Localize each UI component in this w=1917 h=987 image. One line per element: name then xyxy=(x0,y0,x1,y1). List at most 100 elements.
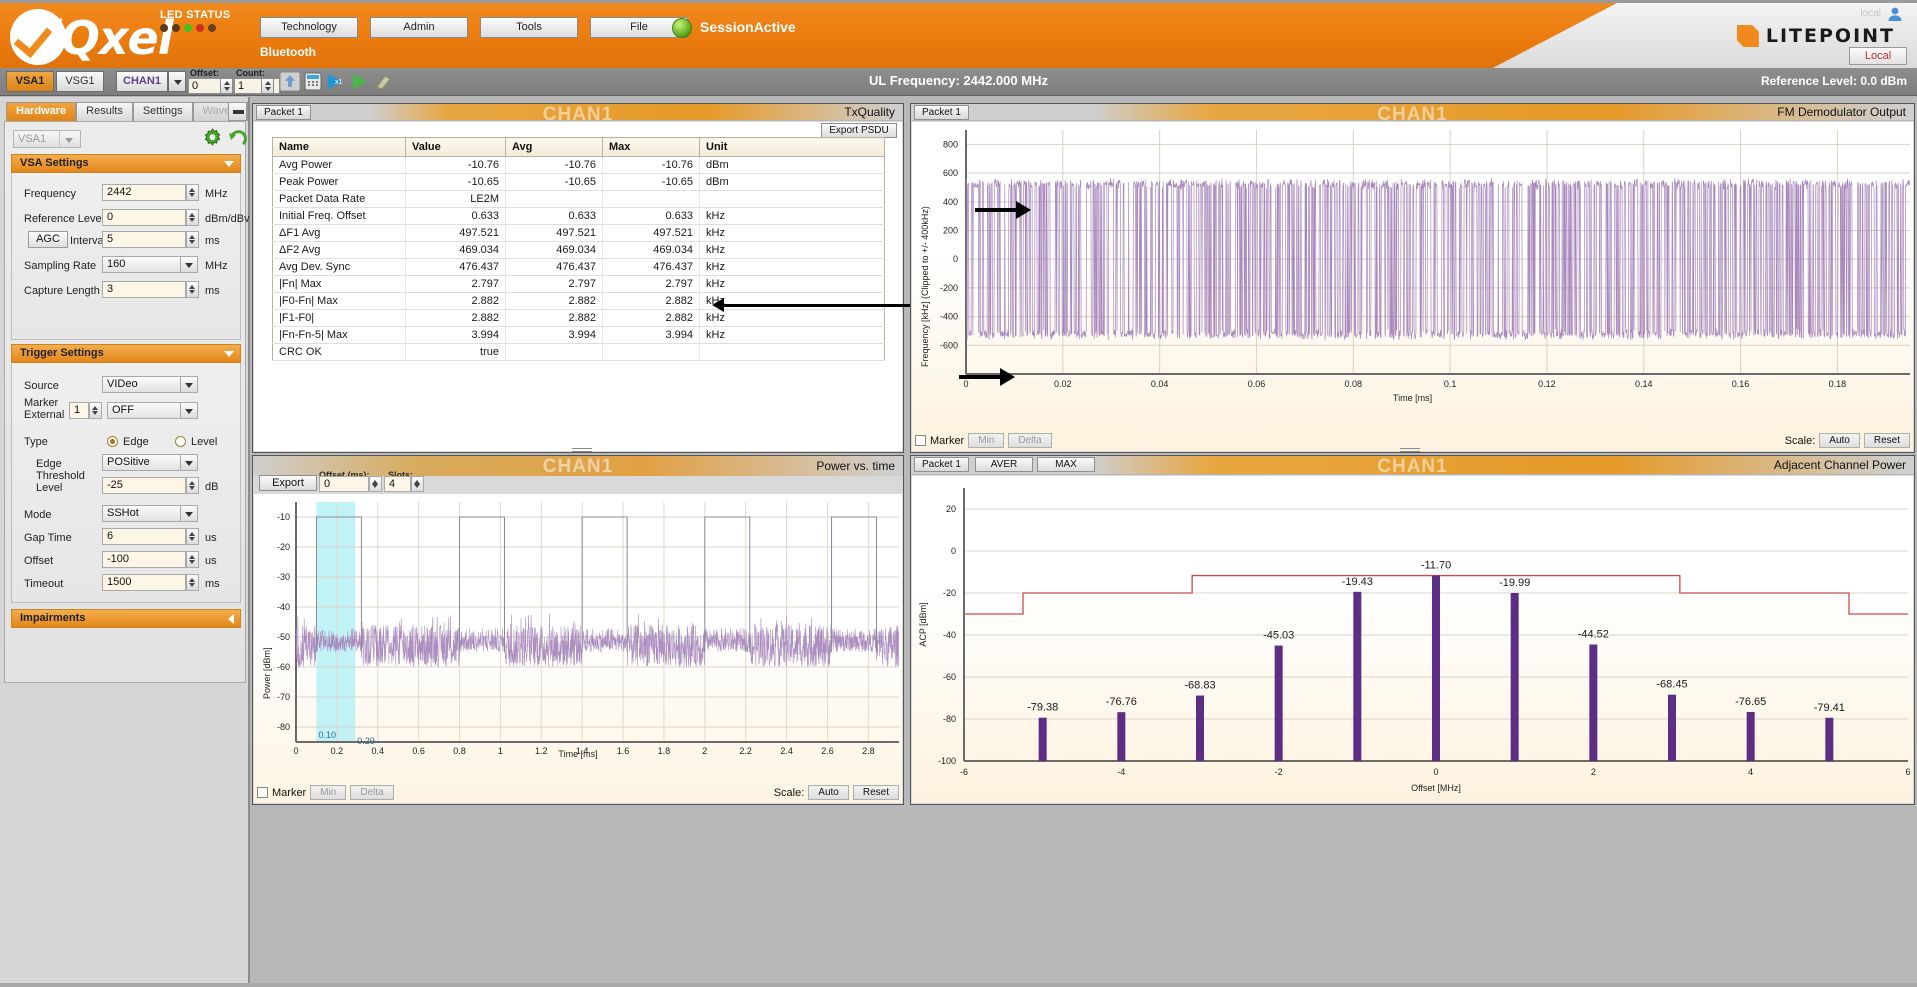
pvt-offset-stepper[interactable] xyxy=(369,476,382,492)
trigger-level-stepper[interactable] xyxy=(186,477,199,494)
menu-admin-button[interactable]: Admin xyxy=(370,17,468,38)
table-row[interactable]: CRC OK true xyxy=(272,343,885,361)
capture-length-input[interactable]: 3 xyxy=(102,281,186,298)
vsa-settings-header[interactable]: VSA Settings xyxy=(11,154,241,173)
fm-demod-marker-checkbox[interactable] xyxy=(915,435,926,446)
export-psdu-button[interactable]: Export PSDU xyxy=(821,123,897,138)
fm-demod-xlabel: Time [ms] xyxy=(1392,393,1433,403)
reference-level-stepper[interactable] xyxy=(186,209,199,226)
cell-name: Initial Freq. Offset xyxy=(272,207,406,225)
menu-technology-button[interactable]: Technology xyxy=(260,17,358,38)
power-vs-time-scale-controls[interactable]: Scale: Auto Reset xyxy=(774,785,899,800)
svg-text:ACP [dBm]: ACP [dBm] xyxy=(918,602,928,646)
table-row[interactable]: Packet Data Rate LE2M xyxy=(272,190,885,208)
table-row[interactable]: ΔF2 Avg 469.034 469.034 469.034 kHz xyxy=(272,241,885,259)
impairments-header[interactable]: Impairments xyxy=(11,609,241,628)
acp-plot-area[interactable]: 20 0 -20 -40 -60 -80 -100 -6 -4 -2 0 2 4 6 -79.38 -76.7… xyxy=(912,476,1913,803)
table-row[interactable]: |Fn| Max 2.797 2.797 2.797 kHz xyxy=(272,275,885,293)
fm-demod-packet-tab[interactable]: Packet 1 xyxy=(914,105,969,120)
marker-index-stepper[interactable] xyxy=(89,402,102,419)
svg-text:0.08: 0.08 xyxy=(1345,379,1363,389)
frequency-stepper[interactable] xyxy=(186,184,199,201)
power-vs-time-marker-controls[interactable]: Marker Min Delta xyxy=(257,785,394,800)
svg-text:400: 400 xyxy=(943,197,958,207)
pvt-marker-checkbox[interactable] xyxy=(257,787,268,798)
chevron-down-icon[interactable] xyxy=(180,256,198,273)
radio-level[interactable] xyxy=(175,436,186,447)
fm-demod-reset-button[interactable]: Reset xyxy=(1863,433,1910,448)
table-row[interactable]: Avg Dev. Sync 476.437 476.437 476.437 kHz xyxy=(272,258,885,276)
tab-results[interactable]: Results xyxy=(76,102,133,121)
local-mode-button[interactable]: Local xyxy=(1849,47,1907,65)
pvt-slots-input[interactable]: 4 xyxy=(384,476,411,492)
main-menu[interactable]: Technology Admin Tools File xyxy=(260,17,688,38)
cell-name: CRC OK xyxy=(272,343,406,361)
external-trigger-select[interactable]: OFF xyxy=(107,402,186,419)
gap-time-input[interactable]: 6 xyxy=(102,528,186,545)
acp-max-button[interactable]: MAX xyxy=(1037,457,1095,472)
agc-button[interactable]: AGC xyxy=(28,231,68,248)
acp-packet-tab[interactable]: Packet 1 xyxy=(914,457,969,472)
fm-demod-delta-button[interactable]: Delta xyxy=(1008,433,1052,448)
chevron-down-icon[interactable] xyxy=(180,505,198,522)
table-row[interactable]: ΔF1 Avg 497.521 497.521 497.521 kHz xyxy=(272,224,885,242)
gap-time-stepper[interactable] xyxy=(186,528,199,545)
splitter-grip-left[interactable] xyxy=(572,447,592,454)
frequency-input[interactable]: 2442 xyxy=(102,184,186,201)
fm-demod-scale-controls[interactable]: Scale: Auto Reset xyxy=(1785,433,1910,448)
table-row[interactable]: |F1-F0| 2.882 2.882 2.882 kHz xyxy=(272,309,885,327)
pvt-delta-button[interactable]: Delta xyxy=(350,785,394,800)
sidebar-collapse-button[interactable] xyxy=(228,102,247,121)
trigger-offset-input[interactable]: -100 xyxy=(102,551,186,568)
reference-level-input[interactable]: 0 xyxy=(102,209,186,226)
pvt-min-button[interactable]: Min xyxy=(310,785,347,800)
capture-length-label: Capture Length xyxy=(24,285,100,297)
splitter-grip-right[interactable] xyxy=(1400,447,1420,454)
menu-tools-button[interactable]: Tools xyxy=(480,17,578,38)
power-vs-time-plot-area[interactable]: -10 -20 -30 -40 -50 -60 -70 -80 0 0.2 0.4 0.6 0.8 1 1.… xyxy=(254,494,902,803)
pvt-slots-stepper[interactable] xyxy=(411,476,424,492)
trigger-mode-select[interactable]: SSHot xyxy=(102,505,186,522)
edge-select[interactable]: POSitive xyxy=(102,454,186,471)
fm-demod-min-button[interactable]: Min xyxy=(968,433,1005,448)
sidebar-tabs[interactable]: Hardware Results Settings Wave Gen xyxy=(6,102,248,134)
interval-input[interactable]: 5 xyxy=(102,231,186,248)
fm-demod-auto-button[interactable]: Auto xyxy=(1819,433,1860,448)
sampling-rate-select[interactable]: 160 xyxy=(102,256,186,273)
gear-icon[interactable] xyxy=(202,128,223,149)
fm-demod-marker-controls[interactable]: Marker Min Delta xyxy=(915,433,1052,448)
fm-demod-plot-area[interactable]: 800 600 400 200 0 -200 -400 -600 0 0.02 0.04 0.06 0.… xyxy=(912,122,1913,451)
timeout-input[interactable]: 1500 xyxy=(102,574,186,591)
pvt-auto-button[interactable]: Auto xyxy=(808,785,849,800)
radio-edge[interactable] xyxy=(107,436,118,447)
export-button[interactable]: Export xyxy=(259,475,317,491)
marker-index-input[interactable]: 1 xyxy=(69,402,89,419)
chevron-down-icon[interactable] xyxy=(180,402,198,419)
table-row[interactable]: Avg Power -10.76 -10.76 -10.76 dBm xyxy=(272,156,885,174)
cell-avg xyxy=(505,343,603,361)
trigger-settings-header[interactable]: Trigger Settings xyxy=(11,344,241,363)
svg-text:0.1: 0.1 xyxy=(1444,379,1457,389)
impairments-title: Impairments xyxy=(20,612,86,624)
tab-settings[interactable]: Settings xyxy=(132,102,193,121)
interval-stepper[interactable] xyxy=(186,231,199,248)
table-row[interactable]: |Fn-Fn-5| Max 3.994 3.994 3.994 kHz xyxy=(272,326,885,344)
table-row[interactable]: Initial Freq. Offset 0.633 0.633 0.633 kHz xyxy=(272,207,885,225)
trigger-level-input[interactable]: -25 xyxy=(102,477,186,494)
txquality-packet-tab[interactable]: Packet 1 xyxy=(256,105,311,120)
acp-aver-button[interactable]: AVER xyxy=(975,457,1033,472)
user-avatar-icon[interactable] xyxy=(1887,6,1903,22)
chevron-down-icon[interactable] xyxy=(180,454,198,471)
timeout-stepper[interactable] xyxy=(186,574,199,591)
pvt-reset-button[interactable]: Reset xyxy=(852,785,899,800)
table-row[interactable]: Peak Power -10.65 -10.65 -10.65 dBm xyxy=(272,173,885,191)
capture-length-stepper[interactable] xyxy=(186,281,199,298)
pvt-offset-input[interactable]: 0 xyxy=(319,476,369,492)
trigger-offset-stepper[interactable] xyxy=(186,551,199,568)
trigger-source-select[interactable]: VIDeo xyxy=(102,376,186,393)
chevron-down-icon[interactable] xyxy=(59,131,78,147)
pvt-scale-label: Scale: xyxy=(773,786,805,799)
chevron-down-icon[interactable] xyxy=(180,376,198,393)
tab-hardware[interactable]: Hardware xyxy=(6,102,77,121)
undo-icon[interactable] xyxy=(227,128,248,149)
